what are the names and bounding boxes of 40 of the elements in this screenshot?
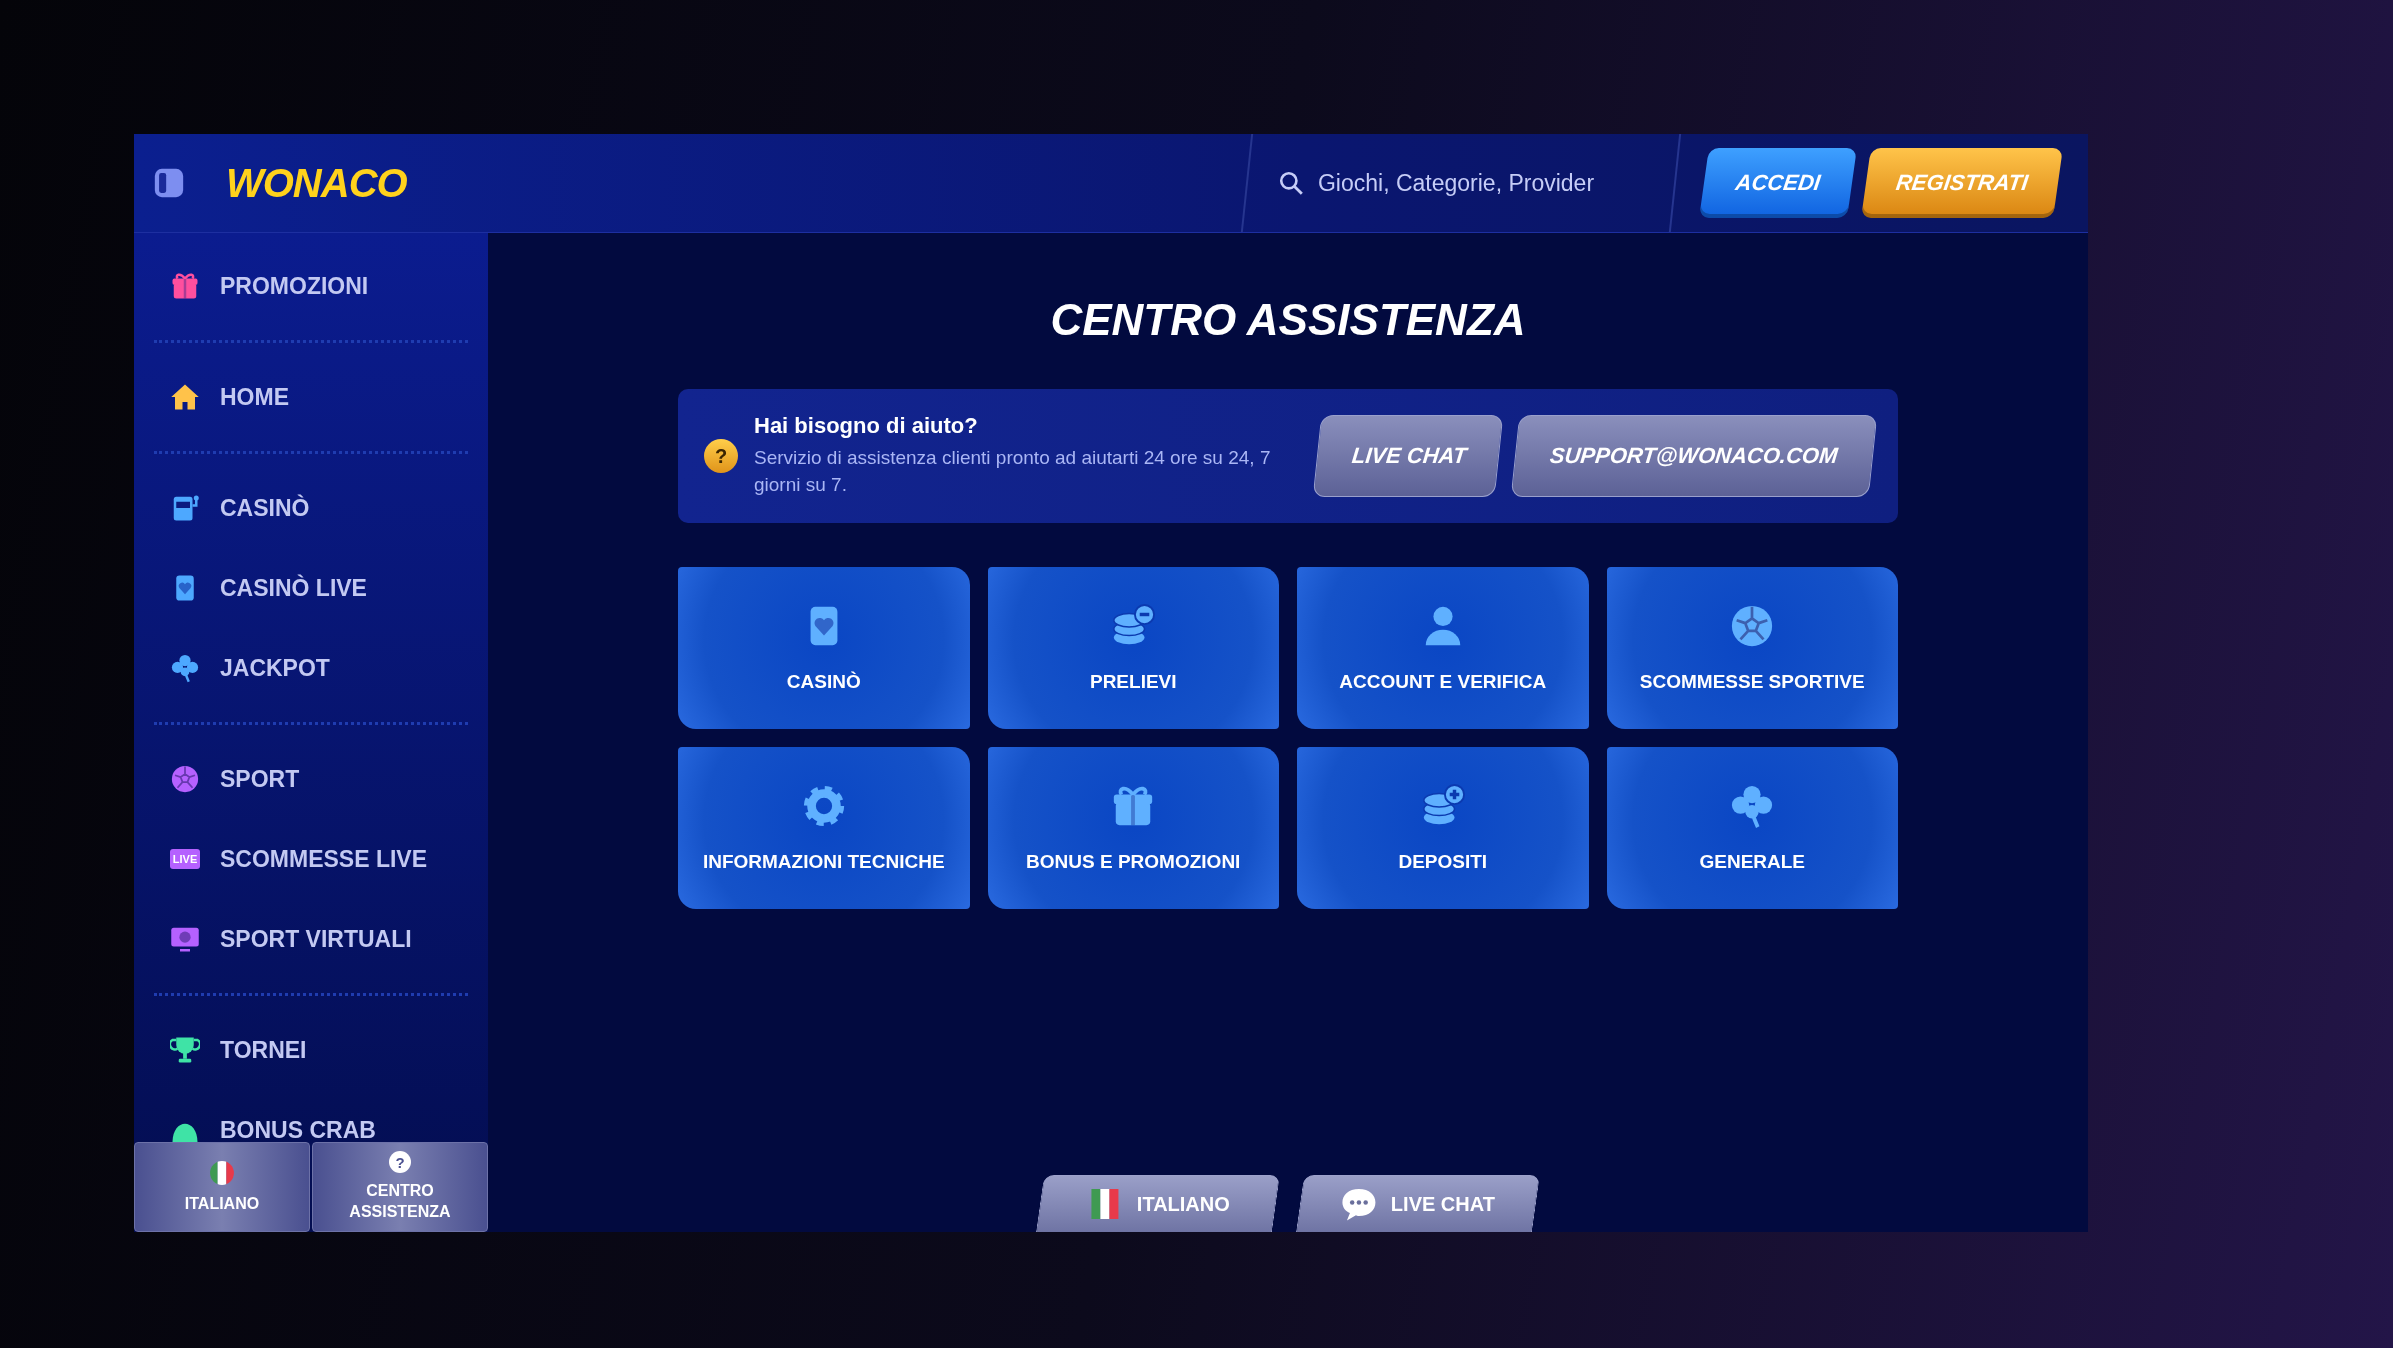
live-badge-icon: LIVE: [170, 849, 200, 869]
chat-bubble-icon: [1340, 1186, 1377, 1222]
sidebar-item[interactable]: CASINÒ LIVE: [154, 548, 468, 628]
clover-icon: [170, 653, 200, 683]
trophy-icon: [170, 1035, 200, 1065]
page-title: CENTRO ASSISTENZA: [1050, 295, 1526, 345]
category-tile[interactable]: DEPOSITI: [1297, 747, 1589, 909]
live-chat-button[interactable]: LIVE CHAT: [1312, 415, 1503, 497]
sidebar-item[interactable]: SPORT VIRTUALI: [154, 899, 468, 979]
email-button[interactable]: SUPPORT@WONACO.COM: [1510, 415, 1877, 497]
category-tile[interactable]: GENERALE: [1606, 747, 1898, 909]
banner-description: Servizio di assistenza clienti pronto ad aiutarti 24 ore su 24, 7 giorni su 7.: [754, 446, 1271, 497]
sidebar-item[interactable]: PROMOZIONI: [154, 246, 468, 326]
gift-icon: [170, 271, 200, 301]
sidebar-item[interactable]: JACKPOT: [154, 628, 468, 708]
house-icon: [170, 382, 200, 412]
sidebar-toggle-icon[interactable]: [152, 166, 186, 200]
help-icon: ?: [704, 439, 738, 473]
help-icon: ?: [389, 1151, 411, 1174]
language-button[interactable]: ITALIANO: [134, 1142, 310, 1232]
banner-heading: Hai bisogno di aiuto?: [754, 413, 979, 440]
category-tile[interactable]: BONUS E PROMOZIONI: [987, 747, 1279, 909]
search-icon: [1278, 170, 1304, 196]
sidebar-item[interactable]: CASINÒ: [154, 468, 468, 548]
search-field[interactable]: Giochi, Categorie, Provider: [1316, 168, 1650, 198]
soccer-ball-icon: [170, 764, 200, 794]
sidebar-item[interactable]: TORNEI: [154, 1010, 468, 1090]
category-tile[interactable]: SCOMMESSE SPORTIVE: [1606, 567, 1898, 729]
category-tile[interactable]: PRELIEVI: [987, 567, 1279, 729]
category-tile[interactable]: INFORMAZIONI TECNICHE: [678, 747, 970, 909]
sidebar-item[interactable]: LIVE SCOMMESSE LIVE: [154, 819, 468, 899]
sidebar-item[interactable]: SPORT: [154, 739, 468, 819]
sidebar-item[interactable]: HOME: [154, 357, 468, 437]
sidebar-item[interactable]: BONUS CRAB: [154, 1090, 468, 1142]
help-center-button[interactable]: ? CENTRO ASSISTENZA: [312, 1142, 488, 1232]
login-button[interactable]: ACCEDI: [1699, 148, 1857, 218]
logo[interactable]: WONACO: [226, 160, 407, 206]
category-tile[interactable]: CASINÒ: [678, 567, 970, 729]
category-tile[interactable]: ACCOUNT E VERIFICA: [1297, 567, 1589, 729]
flag-icon: [209, 1159, 235, 1186]
